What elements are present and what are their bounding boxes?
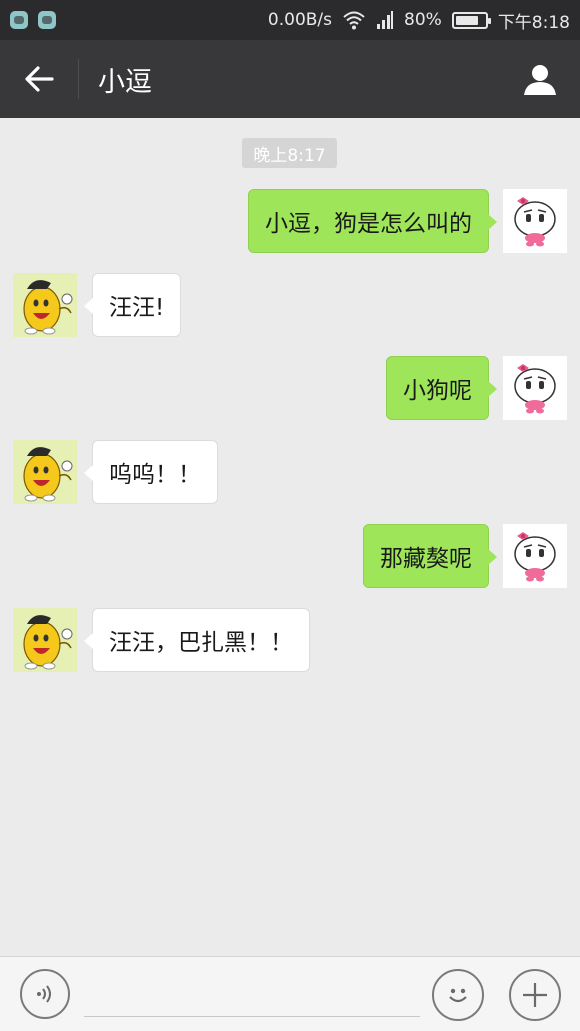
- my-avatar[interactable]: [503, 524, 567, 588]
- message-timestamp: 晚上8:17: [242, 138, 337, 168]
- battery-level: [455, 15, 479, 25]
- app-icon: [38, 11, 56, 29]
- status-bar: 0.00B/s 80% 下午8:18: [0, 0, 580, 40]
- voice-icon: [37, 985, 51, 1003]
- back-button[interactable]: [0, 40, 78, 118]
- contact-avatar[interactable]: [13, 608, 77, 672]
- message-list[interactable]: 晚上8:17 小逗，狗是怎么叫的汪汪! 小狗呢呜呜！！ 那藏獒呢 汪汪，巴扎黑！！: [0, 118, 580, 956]
- my-avatar[interactable]: [503, 189, 567, 253]
- message-row: 汪汪!: [0, 273, 580, 337]
- emoji-button[interactable]: [432, 969, 484, 1021]
- signal-icon: [377, 11, 394, 29]
- battery-percent: 80%: [404, 10, 442, 30]
- voice-button[interactable]: [20, 969, 70, 1019]
- message-row: 汪汪，巴扎黑！！: [0, 608, 580, 672]
- battery-icon: [451, 11, 491, 29]
- message-row: 小狗呢: [0, 356, 580, 420]
- app-icon: [10, 11, 28, 29]
- wifi-icon: [343, 11, 365, 30]
- more-button[interactable]: [509, 969, 561, 1021]
- message-row: 呜呜！！: [0, 440, 580, 504]
- person-icon: [524, 65, 556, 95]
- outgoing-message-bubble[interactable]: 小狗呢: [386, 356, 497, 420]
- outgoing-message-bubble[interactable]: 小逗，狗是怎么叫的: [248, 189, 497, 253]
- message-row: 那藏獒呢: [0, 524, 580, 588]
- contact-avatar[interactable]: [13, 273, 77, 337]
- arrow-left-icon: [25, 66, 54, 92]
- my-avatar[interactable]: [503, 356, 567, 420]
- contact-avatar[interactable]: [13, 440, 77, 504]
- status-time: 下午8:18: [497, 12, 570, 33]
- incoming-message-bubble[interactable]: 呜呜！！: [84, 440, 218, 504]
- outgoing-message-bubble[interactable]: 那藏獒呢: [363, 524, 497, 588]
- input-bar: [0, 956, 580, 1031]
- network-speed: 0.00B/s: [267, 10, 333, 30]
- plus-icon: [523, 983, 547, 1007]
- incoming-message-bubble[interactable]: 汪汪!: [83, 273, 182, 337]
- message-row: 小逗，狗是怎么叫的: [0, 189, 580, 253]
- incoming-message-bubble[interactable]: 汪汪，巴扎黑！！: [84, 608, 310, 672]
- emoji-icon: [449, 988, 467, 1003]
- header-divider: [78, 59, 79, 99]
- profile-button[interactable]: [500, 40, 580, 118]
- message-input[interactable]: [84, 975, 420, 1017]
- chat-header: 小逗: [0, 40, 580, 118]
- chat-title: 小逗: [98, 66, 152, 98]
